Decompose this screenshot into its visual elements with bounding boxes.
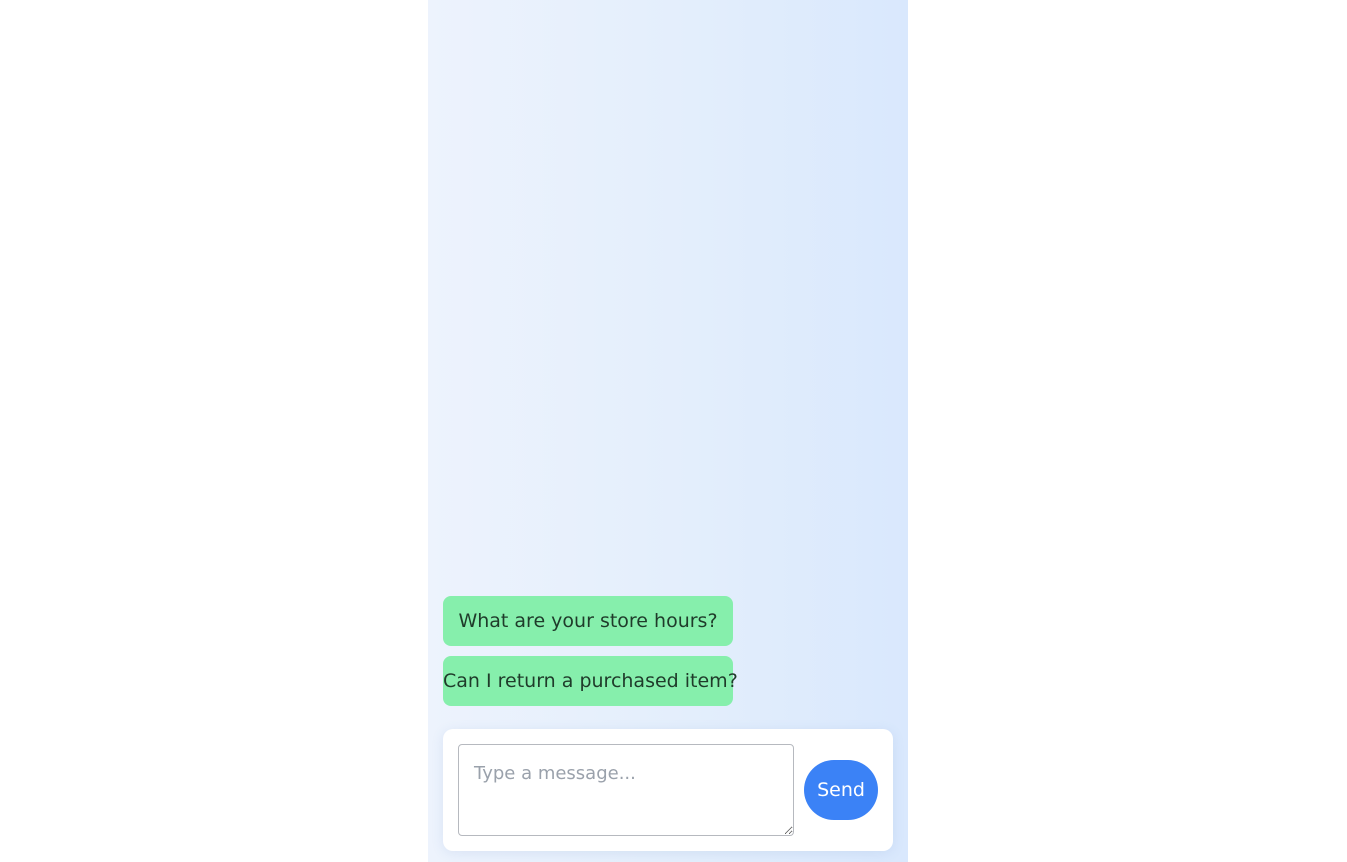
suggestion-return-item[interactable]: Can I return a purchased item? [443,656,738,706]
message-input[interactable] [458,744,794,836]
send-button[interactable]: Send [804,760,878,820]
suggestion-store-hours[interactable]: What are your store hours? [443,596,733,646]
chat-panel: What are your store hours? Can I return … [428,0,908,862]
message-list: What are your store hours? Can I return … [443,596,738,716]
message-composer: Send [443,729,893,851]
